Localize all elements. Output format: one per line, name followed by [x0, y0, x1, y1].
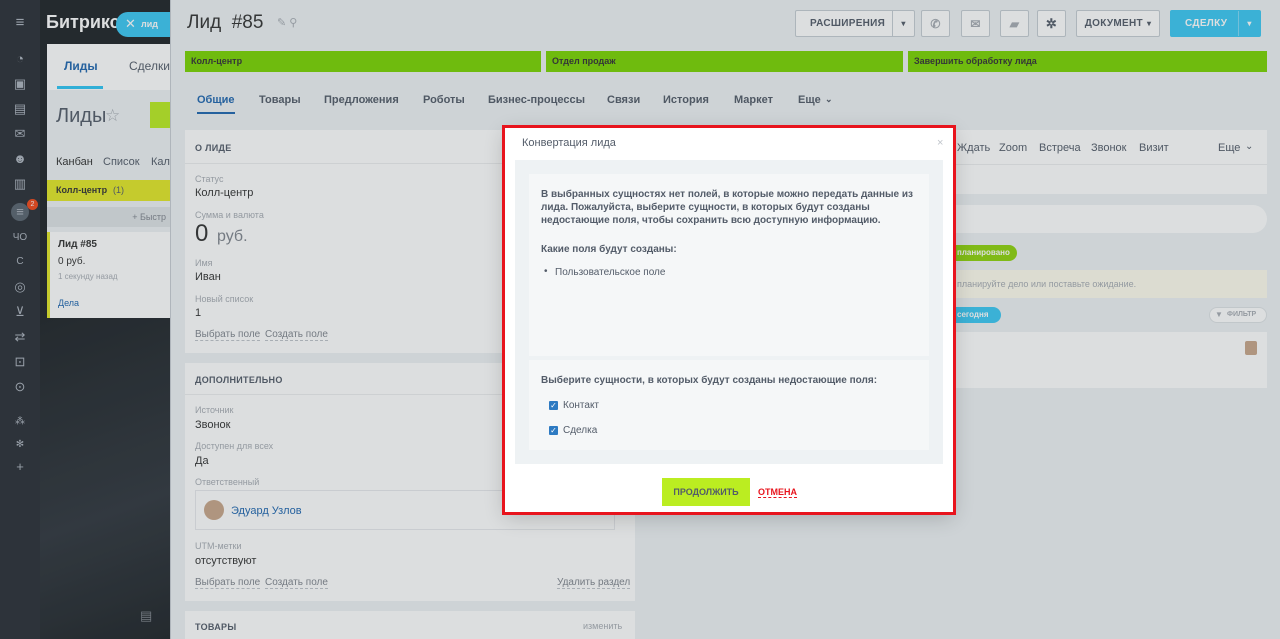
highlight-frame [502, 125, 956, 515]
